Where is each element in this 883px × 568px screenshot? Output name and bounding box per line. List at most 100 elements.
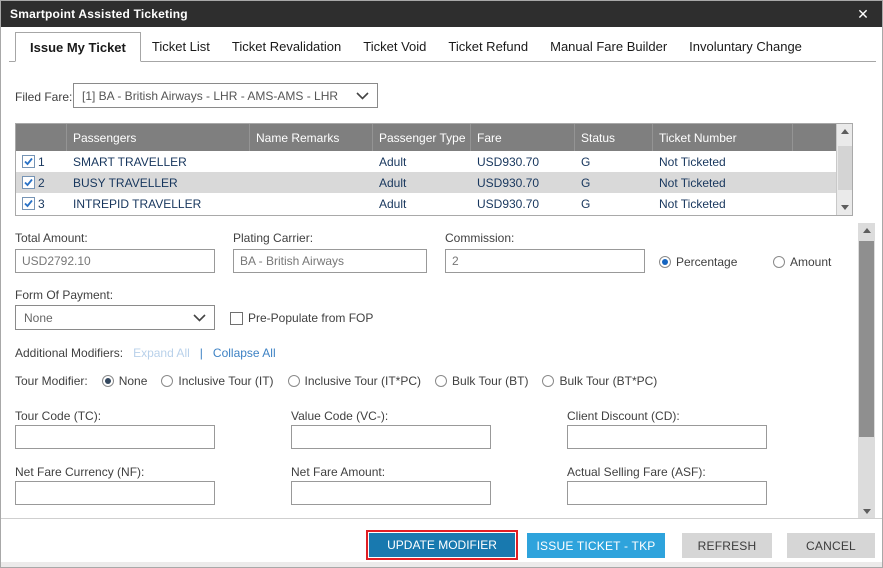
row-checkbox[interactable] (22, 155, 35, 168)
row-checkbox[interactable] (22, 197, 35, 210)
expand-all-link[interactable]: Expand All (133, 346, 190, 360)
scroll-up-icon[interactable] (858, 223, 875, 238)
radio-selected-icon (102, 375, 114, 387)
issue-ticket-button[interactable]: ISSUE TICKET - TKP (527, 533, 665, 558)
commission-amount-radio[interactable]: Amount (773, 255, 831, 269)
table-scrollbar[interactable] (836, 124, 852, 215)
fare-cell: USD930.70 (471, 176, 575, 190)
refresh-button[interactable]: REFRESH (682, 533, 772, 558)
tour-inclusive-it-radio[interactable]: Inclusive Tour (IT) (161, 374, 273, 388)
status-cell: G (575, 176, 653, 190)
radio-selected-icon (659, 256, 671, 268)
additional-modifiers-label: Additional Modifiers: (15, 346, 123, 360)
tour-code-field[interactable] (15, 425, 215, 449)
chevron-down-icon (356, 92, 369, 100)
scroll-up-icon[interactable] (837, 124, 852, 139)
client-discount-label: Client Discount (CD): (567, 409, 680, 423)
tour-bulk-bt-radio[interactable]: Bulk Tour (BT) (435, 374, 528, 388)
tab-involuntary-change[interactable]: Involuntary Change (678, 32, 813, 61)
tab-manual-fare-builder[interactable]: Manual Fare Builder (539, 32, 678, 61)
total-amount-label: Total Amount: (15, 231, 88, 245)
row-checkbox[interactable] (22, 176, 35, 189)
tour-bulk-btpc-radio[interactable]: Bulk Tour (BT*PC) (542, 374, 657, 388)
scroll-down-icon[interactable] (837, 200, 852, 215)
net-fare-currency-field[interactable] (15, 481, 215, 505)
actual-selling-fare-label: Actual Selling Fare (ASF): (567, 465, 706, 479)
tour-none-radio[interactable]: None (102, 374, 148, 388)
content-scrollbar[interactable] (858, 223, 875, 519)
ticket-number-cell: Not Ticketed (653, 155, 793, 169)
table-row[interactable]: 2 BUSY TRAVELLER Adult USD930.70 G Not T… (16, 172, 852, 193)
passenger-type-cell: Adult (373, 155, 471, 169)
value-code-field[interactable] (291, 425, 491, 449)
passenger-type-cell: Adult (373, 197, 471, 211)
collapse-all-link[interactable]: Collapse All (213, 346, 276, 360)
scroll-down-icon[interactable] (858, 504, 875, 519)
tab-ticket-refund[interactable]: Ticket Refund (437, 32, 539, 61)
chevron-down-icon (193, 314, 206, 322)
tab-ticket-revalidation[interactable]: Ticket Revalidation (221, 32, 352, 61)
table-row[interactable]: 1 SMART TRAVELLER Adult USD930.70 G Not … (16, 151, 852, 172)
value-code-label: Value Code (VC-): (291, 409, 388, 423)
window-bottom-edge (1, 562, 883, 568)
col-status: Status (575, 124, 653, 151)
col-select (16, 124, 67, 151)
col-fare: Fare (471, 124, 575, 151)
cancel-button[interactable]: CANCEL (787, 533, 875, 558)
tour-code-label: Tour Code (TC): (15, 409, 101, 423)
ticket-number-cell: Not Ticketed (653, 176, 793, 190)
plating-carrier-field[interactable] (233, 249, 427, 273)
radio-unselected-icon (773, 256, 785, 268)
net-fare-amount-label: Net Fare Amount: (291, 465, 385, 479)
smartpoint-ticketing-dialog: Smartpoint Assisted Ticketing ✕ Issue My… (0, 0, 883, 568)
checkbox-unchecked-icon (230, 312, 243, 325)
row-number: 3 (38, 197, 45, 211)
tour-inclusive-itpc-radio[interactable]: Inclusive Tour (IT*PC) (288, 374, 421, 388)
filed-fare-select[interactable]: [1] BA - British Airways - LHR - AMS-AMS… (73, 83, 378, 108)
passenger-type-cell: Adult (373, 176, 471, 190)
client-discount-field[interactable] (567, 425, 767, 449)
form-of-payment-label: Form Of Payment: (15, 288, 113, 302)
tour-modifier-label: Tour Modifier: (15, 374, 88, 388)
net-fare-currency-label: Net Fare Currency (NF): (15, 465, 144, 479)
table-row[interactable]: 3 INTREPID TRAVELLER Adult USD930.70 G N… (16, 193, 852, 214)
radio-unselected-icon (435, 375, 447, 387)
status-cell: G (575, 155, 653, 169)
fare-cell: USD930.70 (471, 155, 575, 169)
filed-fare-label: Filed Fare: (15, 90, 72, 104)
tour-modifier-row: Tour Modifier: None Inclusive Tour (IT) … (15, 374, 657, 388)
tab-ticket-void[interactable]: Ticket Void (352, 32, 437, 61)
update-modifier-button[interactable]: UPDATE MODIFIER (369, 533, 515, 557)
col-empty (793, 124, 837, 151)
update-modifier-highlight: UPDATE MODIFIER (366, 530, 518, 560)
row-number: 1 (38, 155, 45, 169)
tab-issue-my-ticket[interactable]: Issue My Ticket (15, 32, 141, 62)
total-amount-field[interactable] (15, 249, 215, 273)
col-passengers: Passengers (67, 124, 250, 151)
commission-field[interactable] (445, 249, 645, 273)
filed-fare-value: [1] BA - British Airways - LHR - AMS-AMS… (82, 89, 338, 103)
commission-percentage-radio[interactable]: Percentage (659, 255, 737, 269)
table-header-row: Passengers Name Remarks Passenger Type F… (16, 124, 852, 151)
col-passenger-type: Passenger Type (373, 124, 471, 151)
plating-carrier-label: Plating Carrier: (233, 231, 313, 245)
table-scrollbar-thumb[interactable] (838, 146, 852, 190)
status-cell: G (575, 197, 653, 211)
window-title: Smartpoint Assisted Ticketing (10, 7, 853, 21)
form-of-payment-select[interactable]: None (15, 305, 215, 330)
tab-bar: Issue My Ticket Ticket List Ticket Reval… (9, 32, 876, 62)
col-name-remarks: Name Remarks (250, 124, 373, 151)
radio-unselected-icon (288, 375, 300, 387)
radio-unselected-icon (542, 375, 554, 387)
col-ticket-number: Ticket Number (653, 124, 793, 151)
prepopulate-fop-checkbox[interactable]: Pre-Populate from FOP (230, 311, 373, 325)
content-scrollbar-thumb[interactable] (859, 241, 874, 437)
passenger-name: SMART TRAVELLER (67, 155, 250, 169)
net-fare-amount-field[interactable] (291, 481, 491, 505)
close-icon[interactable]: ✕ (853, 6, 873, 23)
tab-ticket-list[interactable]: Ticket List (141, 32, 221, 61)
passenger-name: INTREPID TRAVELLER (67, 197, 250, 211)
actual-selling-fare-field[interactable] (567, 481, 767, 505)
title-bar: Smartpoint Assisted Ticketing ✕ (1, 1, 882, 27)
passenger-name: BUSY TRAVELLER (67, 176, 250, 190)
